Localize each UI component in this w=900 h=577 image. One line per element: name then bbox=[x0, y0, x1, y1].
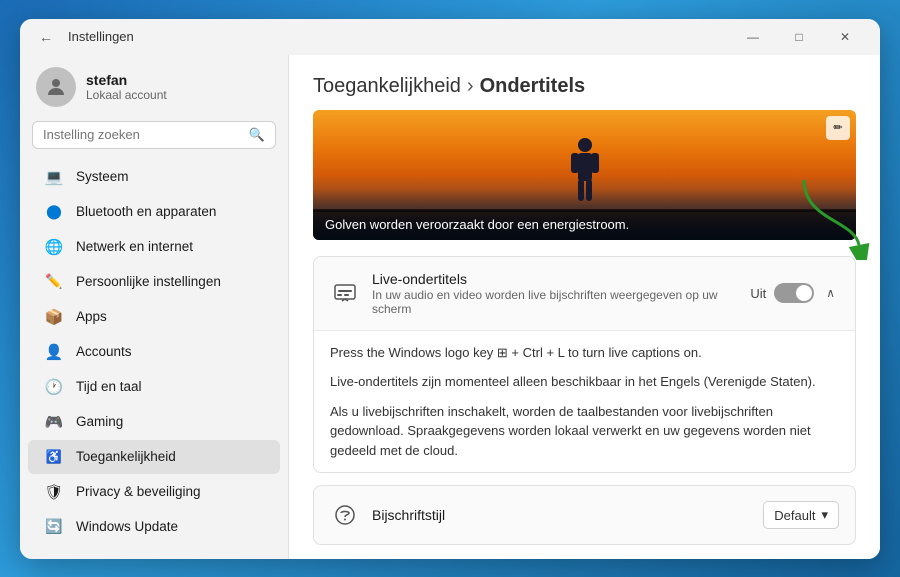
search-input[interactable] bbox=[43, 127, 243, 142]
breadcrumb-parent: Toegankelijkheid bbox=[313, 75, 461, 98]
style-icon bbox=[334, 504, 356, 526]
toegankelijkheid-icon: ♿ bbox=[44, 447, 64, 467]
sidebar-nav: 💻 Systeem ⬤ Bluetooth en apparaten 🌐 Net… bbox=[20, 159, 288, 545]
user-name: stefan bbox=[86, 72, 167, 88]
page-header: Toegankelijkheid › Ondertitels bbox=[289, 55, 880, 110]
maximize-button[interactable]: □ bbox=[776, 19, 822, 55]
caption-style-label: Bijschriftstijl bbox=[372, 507, 751, 523]
info-line-1: Press the Windows logo key ⊞ + Ctrl + L … bbox=[330, 343, 839, 363]
settings-window: ← Instellingen — □ ✕ stefan Lokaal accou… bbox=[20, 19, 880, 559]
captions-icon bbox=[330, 278, 360, 308]
live-captions-expand[interactable]: ∧ bbox=[822, 284, 839, 302]
sidebar-item-windows[interactable]: 🔄 Windows Update bbox=[28, 510, 280, 544]
bluetooth-icon: ⬤ bbox=[44, 202, 64, 222]
breadcrumb-separator: › bbox=[467, 75, 474, 98]
user-icon bbox=[44, 75, 68, 99]
privacy-icon: 🛡 bbox=[44, 482, 64, 502]
user-info: stefan Lokaal account bbox=[86, 72, 167, 102]
avatar bbox=[36, 67, 76, 107]
live-captions-sub: In uw audio en video worden live bijschr… bbox=[372, 288, 738, 316]
windows-icon: 🔄 bbox=[44, 517, 64, 537]
main-content-area: Toegankelijkheid › Ondertitels bbox=[288, 55, 880, 559]
live-captions-expanded: Press the Windows logo key ⊞ + Ctrl + L … bbox=[314, 330, 855, 473]
action-buttons: Bewerken Verwijderen bbox=[313, 557, 856, 559]
captions-svg-icon bbox=[334, 282, 356, 304]
sidebar: stefan Lokaal account 🔍 💻 Systeem ⬤ Blue… bbox=[20, 55, 288, 559]
main-settings: Live-ondertitels In uw audio en video wo… bbox=[289, 256, 880, 559]
close-button[interactable]: ✕ bbox=[822, 19, 868, 55]
breadcrumb: Toegankelijkheid › Ondertitels bbox=[313, 75, 856, 98]
systeem-icon: 💻 bbox=[44, 167, 64, 187]
window-title: Instellingen bbox=[68, 29, 730, 44]
live-captions-controls: Uit ∧ bbox=[750, 283, 839, 303]
content-area: stefan Lokaal account 🔍 💻 Systeem ⬤ Blue… bbox=[20, 55, 880, 559]
info-line-2: Live-ondertitels zijn momenteel alleen b… bbox=[330, 372, 839, 392]
search-box[interactable]: 🔍 bbox=[32, 121, 276, 149]
info-line-3: Als u livebijschriften inschakelt, worde… bbox=[330, 402, 839, 461]
preview-edit-button[interactable]: ✏ bbox=[826, 116, 850, 140]
breadcrumb-current: Ondertitels bbox=[480, 75, 586, 98]
sidebar-item-systeem[interactable]: 💻 Systeem bbox=[28, 160, 280, 194]
live-captions-title: Live-ondertitels bbox=[372, 271, 738, 287]
toggle-knob bbox=[796, 285, 812, 301]
sidebar-item-bluetooth[interactable]: ⬤ Bluetooth en apparaten bbox=[28, 195, 280, 229]
titlebar: ← Instellingen — □ ✕ bbox=[20, 19, 880, 55]
user-account-type: Lokaal account bbox=[86, 88, 167, 102]
live-captions-row: Live-ondertitels In uw audio en video wo… bbox=[314, 257, 855, 330]
window-controls: — □ ✕ bbox=[730, 19, 868, 55]
live-captions-card: Live-ondertitels In uw audio en video wo… bbox=[313, 256, 856, 474]
sidebar-item-apps[interactable]: 📦 Apps bbox=[28, 300, 280, 334]
tijd-icon: 🕐 bbox=[44, 377, 64, 397]
sidebar-item-persoonlijk[interactable]: ✏️ Persoonlijke instellingen bbox=[28, 265, 280, 299]
live-captions-status: Uit bbox=[750, 286, 766, 301]
sidebar-item-gaming[interactable]: 🎮 Gaming bbox=[28, 405, 280, 439]
caption-style-select[interactable]: Default ▾ bbox=[763, 501, 839, 529]
preview-image: Golven worden veroorzaakt door een energ… bbox=[313, 110, 856, 240]
minimize-button[interactable]: — bbox=[730, 19, 776, 55]
back-button[interactable]: ← bbox=[32, 23, 60, 51]
sidebar-item-accounts[interactable]: 👤 Accounts bbox=[28, 335, 280, 369]
apps-icon: 📦 bbox=[44, 307, 64, 327]
netwerk-icon: 🌐 bbox=[44, 237, 64, 257]
live-captions-toggle[interactable] bbox=[774, 283, 814, 303]
search-icon: 🔍 bbox=[249, 127, 265, 143]
sidebar-item-toegankelijkheid[interactable]: ♿ Toegankelijkheid bbox=[28, 440, 280, 474]
user-section: stefan Lokaal account bbox=[20, 55, 288, 115]
caption-style-icon bbox=[330, 500, 360, 530]
green-arrow bbox=[794, 170, 874, 260]
chevron-down-icon: ▾ bbox=[821, 507, 828, 523]
accounts-icon: 👤 bbox=[44, 342, 64, 362]
sidebar-item-tijd[interactable]: 🕐 Tijd en taal bbox=[28, 370, 280, 404]
preview-caption: Golven worden veroorzaakt door een energ… bbox=[313, 209, 856, 240]
persoonlijk-icon: ✏️ bbox=[44, 272, 64, 292]
caption-style-card: Bijschriftstijl Default ▾ bbox=[313, 485, 856, 545]
sidebar-item-netwerk[interactable]: 🌐 Netwerk en internet bbox=[28, 230, 280, 264]
live-captions-info: Live-ondertitels In uw audio en video wo… bbox=[372, 271, 738, 316]
sidebar-item-privacy[interactable]: 🛡 Privacy & beveiliging bbox=[28, 475, 280, 509]
gaming-icon: 🎮 bbox=[44, 412, 64, 432]
